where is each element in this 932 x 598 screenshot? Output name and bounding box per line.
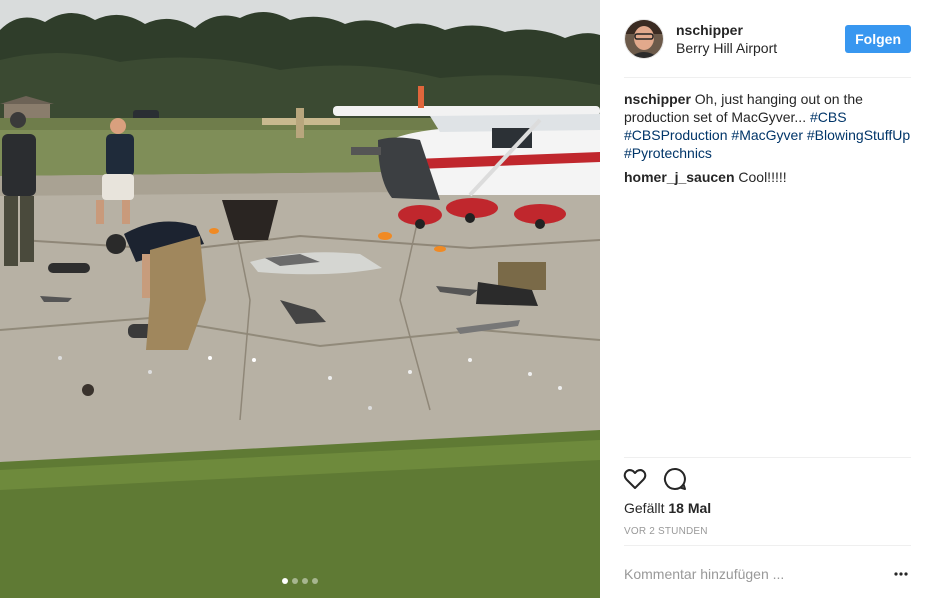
profile-photo-icon — [625, 20, 663, 58]
comment-divider — [624, 545, 911, 546]
photo-airfield-scene — [0, 0, 600, 598]
likes-count: 18 Mal — [668, 500, 712, 516]
comment-icon[interactable] — [662, 466, 688, 492]
like-count[interactable]: Gefällt 18 Mal — [624, 500, 711, 516]
comment-list: nschipper Oh, just hanging out on the pr… — [624, 90, 911, 192]
username[interactable]: nschipper — [676, 21, 845, 39]
add-comment-section — [624, 560, 911, 588]
carousel-indicator[interactable] — [0, 578, 600, 584]
more-options-icon — [894, 572, 908, 576]
action-bar — [622, 466, 688, 492]
follow-button[interactable]: Folgen — [845, 25, 911, 53]
hashtag-link[interactable]: #Pyrotechnics — [624, 145, 712, 161]
comment-author[interactable]: homer_j_saucen — [624, 169, 735, 185]
more-options-button[interactable] — [891, 564, 911, 584]
hashtag-link[interactable]: #CBSProduction — [624, 127, 728, 143]
carousel-dot-4[interactable] — [312, 578, 318, 584]
heart-icon[interactable] — [622, 466, 648, 492]
hashtag-link[interactable]: #BlowingStuffUp — [807, 127, 910, 143]
carousel-dot-1[interactable] — [282, 578, 288, 584]
carousel-dot-3[interactable] — [302, 578, 308, 584]
caption-comment: nschipper Oh, just hanging out on the pr… — [624, 90, 911, 162]
post-photo[interactable] — [0, 0, 600, 598]
likes-prefix: Gefällt — [624, 500, 665, 516]
carousel-dot-2[interactable] — [292, 578, 298, 584]
hashtag-link[interactable]: #MacGyver — [731, 127, 803, 143]
location[interactable]: Berry Hill Airport — [676, 39, 845, 57]
post-sidebar: nschipper Berry Hill Airport Folgen nsch… — [600, 0, 932, 598]
comment-input[interactable] — [624, 566, 891, 582]
avatar[interactable] — [624, 19, 664, 59]
header-divider — [624, 77, 911, 78]
post-timestamp[interactable]: VOR 2 STUNDEN — [624, 526, 708, 537]
hashtag-link[interactable]: #CBS — [810, 109, 847, 125]
user-info: nschipper Berry Hill Airport — [676, 21, 845, 57]
post-header: nschipper Berry Hill Airport Folgen — [624, 19, 911, 59]
actions-divider — [624, 457, 911, 458]
list-item-comment: homer_j_saucen Cool!!!!! — [624, 168, 911, 186]
comment-text: Cool!!!!! — [738, 169, 787, 185]
comment-author[interactable]: nschipper — [624, 91, 691, 107]
